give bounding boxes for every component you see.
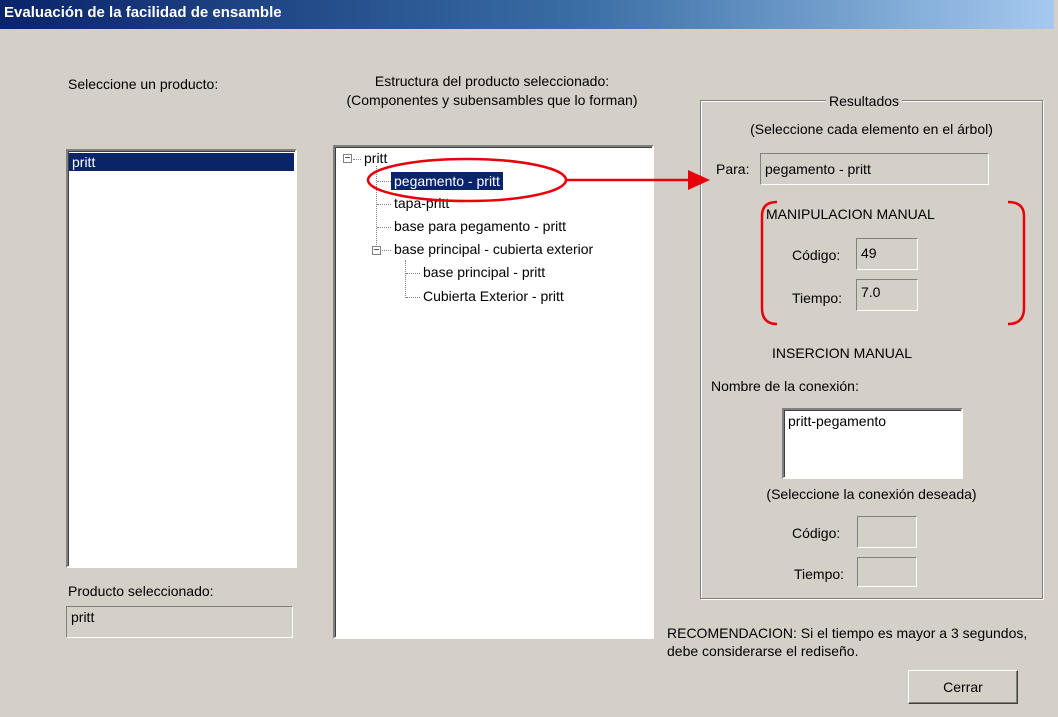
annotation-arrow-head [688,170,710,190]
highlight-ellipse [366,157,568,203]
highlight-bracket-left [760,200,778,326]
highlight-bracket-right [1007,200,1026,326]
annotation-overlay [366,157,1026,326]
